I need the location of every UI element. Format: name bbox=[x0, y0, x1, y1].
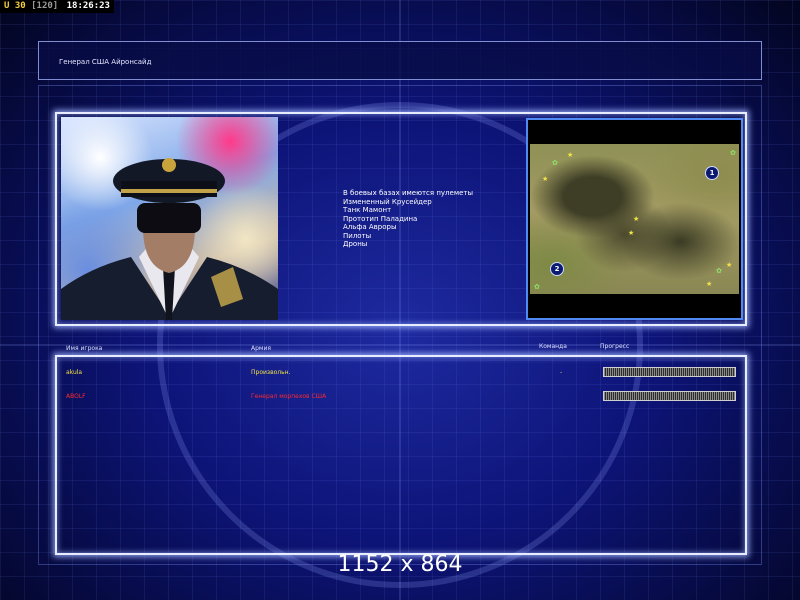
intel-list: В боевых базах имеются пулеметы Измененн… bbox=[343, 189, 473, 249]
star-icon: ★ bbox=[628, 229, 635, 237]
fps-max: [120] bbox=[31, 1, 59, 11]
player-army: Произвольн. bbox=[251, 369, 291, 376]
title-panel: Генерал США Айронсайд bbox=[38, 41, 762, 80]
fps-current: U 30 bbox=[4, 1, 26, 11]
column-header-team: Команда bbox=[539, 343, 567, 350]
general-title: Генерал США Айронсайд bbox=[59, 58, 152, 66]
fps-counter: U 30 [120] 18:26:23 bbox=[0, 0, 114, 13]
column-header-army: Армия bbox=[251, 345, 271, 352]
tree-icon: ✿ bbox=[534, 283, 540, 291]
star-icon: ★ bbox=[706, 280, 713, 288]
intel-line: Альфа Авроры bbox=[343, 223, 397, 231]
player-army: Генерал морпехов США bbox=[251, 393, 327, 400]
general-portrait bbox=[61, 117, 278, 320]
intel-line: Танк Мамонт bbox=[343, 206, 392, 214]
spawn-marker-2: 2 bbox=[550, 262, 564, 276]
intel-line: Прототип Паладина bbox=[343, 214, 418, 223]
players-panel bbox=[55, 355, 747, 555]
player-team: - bbox=[560, 369, 563, 376]
tree-icon: ✿ bbox=[716, 267, 722, 275]
player-name: akula bbox=[66, 369, 83, 376]
intel-line: Дроны bbox=[343, 240, 368, 248]
intel-line: Измененный Крусейдер bbox=[343, 197, 432, 206]
star-icon: ★ bbox=[542, 175, 549, 183]
tree-icon: ✿ bbox=[730, 149, 736, 157]
resolution-caption: 1152 x 864 bbox=[337, 552, 463, 577]
tree-icon: ✿ bbox=[552, 159, 558, 167]
star-icon: ★ bbox=[726, 261, 733, 269]
intel-line: В боевых базах имеются пулеметы bbox=[343, 189, 474, 197]
minimap: 1 2 ★ ★ ★ ★ ★ ★ ✿ ✿ ✿ ✿ bbox=[530, 144, 739, 294]
clock: 18:26:23 bbox=[66, 1, 110, 11]
column-header-progress: Прогресс bbox=[600, 343, 630, 350]
intel-line: Пилоты bbox=[343, 231, 372, 240]
player-progress-bar bbox=[603, 367, 736, 377]
star-icon: ★ bbox=[567, 151, 574, 159]
spawn-marker-1: 1 bbox=[705, 166, 719, 180]
column-header-player: Имя игрока bbox=[66, 345, 103, 352]
player-progress-bar bbox=[603, 391, 736, 401]
player-name: ABOLF bbox=[66, 393, 86, 400]
star-icon: ★ bbox=[633, 215, 640, 223]
general-portrait-art bbox=[61, 158, 278, 320]
minimap-frame: 1 2 ★ ★ ★ ★ ★ ★ ✿ ✿ ✿ ✿ bbox=[526, 118, 743, 320]
